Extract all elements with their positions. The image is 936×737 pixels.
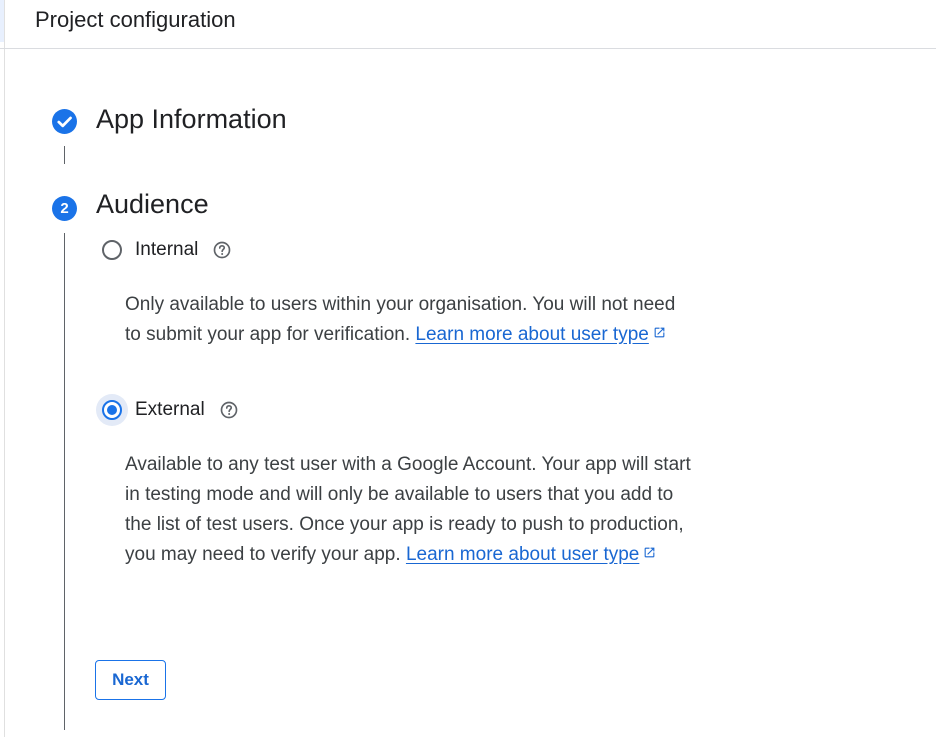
next-button[interactable]: Next bbox=[95, 660, 166, 700]
external-link-icon[interactable] bbox=[643, 546, 656, 559]
learn-more-link-external[interactable]: Learn more about user type bbox=[406, 544, 639, 565]
radio-option-internal[interactable]: Internal bbox=[96, 234, 232, 266]
radio-dot bbox=[107, 405, 117, 415]
step-number-badge: 2 bbox=[52, 196, 77, 221]
radio-internal[interactable] bbox=[102, 240, 122, 260]
external-description: Available to any test user with a Google… bbox=[125, 450, 695, 570]
step-connector bbox=[64, 233, 65, 730]
external-link-icon[interactable] bbox=[653, 326, 666, 339]
page-title: Project configuration bbox=[35, 7, 236, 32]
step-connector bbox=[64, 146, 65, 164]
learn-more-link-internal[interactable]: Learn more about user type bbox=[415, 324, 648, 345]
page-header: Project configuration bbox=[0, 0, 936, 49]
radio-option-external[interactable]: External bbox=[96, 394, 239, 426]
help-icon[interactable] bbox=[212, 240, 232, 260]
step-title-app-information[interactable]: App Information bbox=[96, 104, 287, 135]
radio-halo bbox=[96, 234, 128, 266]
radio-label-internal[interactable]: Internal bbox=[135, 239, 198, 261]
radio-halo bbox=[96, 394, 128, 426]
radio-label-external[interactable]: External bbox=[135, 399, 205, 421]
help-icon[interactable] bbox=[219, 400, 239, 420]
internal-description: Only available to users within your orga… bbox=[125, 290, 695, 350]
check-circle-icon bbox=[52, 109, 77, 134]
radio-external[interactable] bbox=[102, 400, 122, 420]
step-title-audience: Audience bbox=[96, 189, 209, 219]
left-border bbox=[4, 0, 5, 737]
